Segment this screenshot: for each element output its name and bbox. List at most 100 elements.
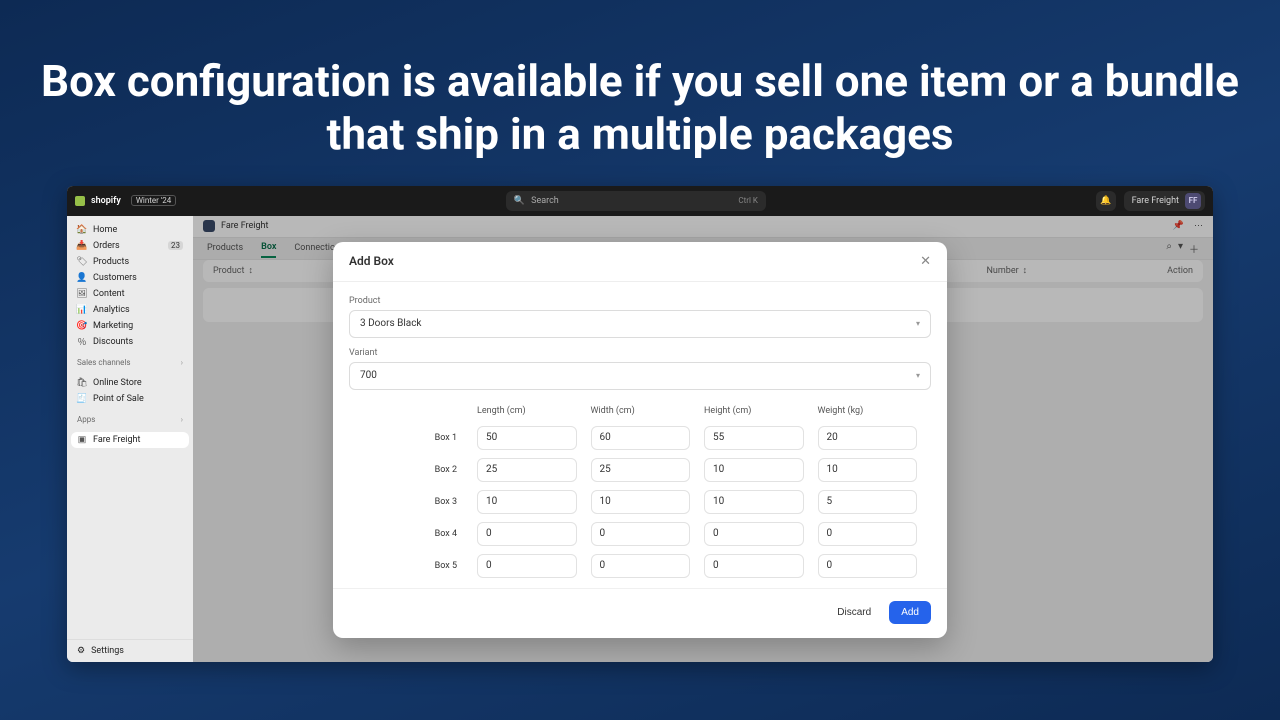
box-row-label: Box 3 xyxy=(363,497,463,507)
apps-text: Apps xyxy=(77,415,95,424)
sidebar-item-label: Discounts xyxy=(93,337,133,347)
topbar: shopify Winter '24 🔍 Search Ctrl K 🔔 Far… xyxy=(67,186,1213,216)
sidebar-item-label: Orders xyxy=(93,241,120,251)
sidebar-item-label: Online Store xyxy=(93,378,142,388)
sidebar-item-content[interactable]: 🖼Content xyxy=(71,286,189,302)
sidebar-item-orders[interactable]: 📥Orders23 xyxy=(71,238,189,254)
box-grid-header: Length (cm) Width (cm) Height (cm) Weigh… xyxy=(349,406,931,422)
user-avatar: FF xyxy=(1185,193,1201,209)
box-2-weight-input[interactable] xyxy=(818,458,918,482)
col-weight: Weight (kg) xyxy=(818,406,918,416)
box-row: Box 4 xyxy=(349,518,931,550)
app-window: shopify Winter '24 🔍 Search Ctrl K 🔔 Far… xyxy=(67,186,1213,662)
customers-icon: 👤 xyxy=(77,273,87,283)
box-1-weight-input[interactable] xyxy=(818,426,918,450)
sidebar-item-label: Marketing xyxy=(93,321,133,331)
topbar-center: 🔍 Search Ctrl K xyxy=(176,191,1095,211)
brand-logo-icon xyxy=(75,196,85,206)
sidebar-item-label: Home xyxy=(93,225,117,235)
home-icon: 🏠 xyxy=(77,225,87,235)
box-4-weight-input[interactable] xyxy=(818,522,918,546)
marketing-icon: 🎯 xyxy=(77,321,87,331)
box-5-weight-input[interactable] xyxy=(818,554,918,578)
chevron-right-icon[interactable]: › xyxy=(181,358,183,367)
close-icon[interactable]: ✕ xyxy=(920,254,931,269)
sidebar-item-label: Content xyxy=(93,289,125,299)
box-3-weight-input[interactable] xyxy=(818,490,918,514)
modal-header: Add Box ✕ xyxy=(333,242,947,282)
box-4-width-input[interactable] xyxy=(591,522,691,546)
search-kbd: Ctrl K xyxy=(738,196,757,205)
box-1-width-input[interactable] xyxy=(591,426,691,450)
product-label: Product xyxy=(349,296,931,306)
sidebar-item-label: Customers xyxy=(93,273,137,283)
sidebar-item-marketing[interactable]: 🎯 Marketing xyxy=(71,318,189,334)
variant-select[interactable]: 700 ▾ xyxy=(349,362,931,390)
search-icon: 🔍 xyxy=(514,196,525,206)
box-3-height-input[interactable] xyxy=(704,490,804,514)
product-value: 3 Doors Black xyxy=(360,318,422,329)
search-placeholder: Search xyxy=(531,196,559,206)
notifications-button[interactable]: 🔔 xyxy=(1096,191,1116,211)
discard-button[interactable]: Discard xyxy=(829,601,879,624)
box-row: Box 5 xyxy=(349,550,931,582)
modal-footer: Discard Add xyxy=(333,588,947,638)
topbar-right: 🔔 Fare Freight FF xyxy=(1096,191,1205,211)
sidebar-item-analytics[interactable]: 📊Analytics xyxy=(71,302,189,318)
modal-title: Add Box xyxy=(349,254,394,268)
orders-icon: 📥 xyxy=(77,241,87,251)
box-row-label: Box 2 xyxy=(363,465,463,475)
discounts-icon: ％ xyxy=(77,337,87,347)
box-5-height-input[interactable] xyxy=(704,554,804,578)
bell-icon: 🔔 xyxy=(1100,196,1111,206)
box-4-height-input[interactable] xyxy=(704,522,804,546)
box-row: Box 1 xyxy=(349,422,931,454)
online-store-icon: 🛍 xyxy=(77,378,87,388)
apps-label: Apps › xyxy=(67,411,193,426)
box-3-length-input[interactable] xyxy=(477,490,577,514)
sidebar-item-fare-freight[interactable]: ▣Fare Freight xyxy=(71,432,189,448)
box-1-height-input[interactable] xyxy=(704,426,804,450)
product-select[interactable]: 3 Doors Black ▾ xyxy=(349,310,931,338)
col-length: Length (cm) xyxy=(477,406,577,416)
sidebar-settings[interactable]: ⚙ Settings xyxy=(67,639,193,662)
brand-name: shopify xyxy=(91,196,121,206)
gear-icon: ⚙ xyxy=(77,646,85,656)
app-icon: ▣ xyxy=(77,435,87,445)
sidebar-item-home[interactable]: 🏠 Home xyxy=(71,222,189,238)
variant-value: 700 xyxy=(360,370,377,381)
sidebar-item-discounts[interactable]: ％ Discounts xyxy=(71,334,189,350)
sales-channels-text: Sales channels xyxy=(77,358,131,367)
user-menu[interactable]: Fare Freight FF xyxy=(1124,191,1205,211)
add-button[interactable]: Add xyxy=(889,601,931,624)
sidebar-item-products[interactable]: 🏷Products xyxy=(71,254,189,270)
box-row-label: Box 5 xyxy=(363,561,463,571)
box-row-label: Box 1 xyxy=(363,433,463,443)
box-5-width-input[interactable] xyxy=(591,554,691,578)
chevron-down-icon: ▾ xyxy=(916,371,920,380)
box-5-length-input[interactable] xyxy=(477,554,577,578)
sidebar-item-point-of-sale[interactable]: 🧾 Point of Sale xyxy=(71,391,189,407)
user-name: Fare Freight xyxy=(1132,196,1179,206)
sidebar-item-label: Point of Sale xyxy=(93,394,144,404)
box-grid: Length (cm) Width (cm) Height (cm) Weigh… xyxy=(349,406,931,582)
box-row: Box 3 xyxy=(349,486,931,518)
settings-label: Settings xyxy=(91,646,124,656)
sidebar-item-customers[interactable]: 👤 Customers xyxy=(71,270,189,286)
col-width: Width (cm) xyxy=(591,406,691,416)
brand: shopify Winter '24 xyxy=(75,195,176,206)
add-box-modal: Add Box ✕ Product 3 Doors Black ▾ Varian… xyxy=(333,242,947,638)
box-2-height-input[interactable] xyxy=(704,458,804,482)
box-2-length-input[interactable] xyxy=(477,458,577,482)
chevron-right-icon[interactable]: › xyxy=(181,415,183,424)
pos-icon: 🧾 xyxy=(77,394,87,404)
box-row-label: Box 4 xyxy=(363,529,463,539)
sidebar-item-online-store[interactable]: 🛍 Online Store xyxy=(71,375,189,391)
box-3-width-input[interactable] xyxy=(591,490,691,514)
sidebar: 🏠Home📥Orders23🏷Products👤Customers🖼Conten… xyxy=(67,216,193,662)
search-input[interactable]: 🔍 Search Ctrl K xyxy=(506,191,766,211)
box-1-length-input[interactable] xyxy=(477,426,577,450)
box-2-width-input[interactable] xyxy=(591,458,691,482)
box-4-length-input[interactable] xyxy=(477,522,577,546)
sidebar-item-label: Products xyxy=(93,257,129,267)
